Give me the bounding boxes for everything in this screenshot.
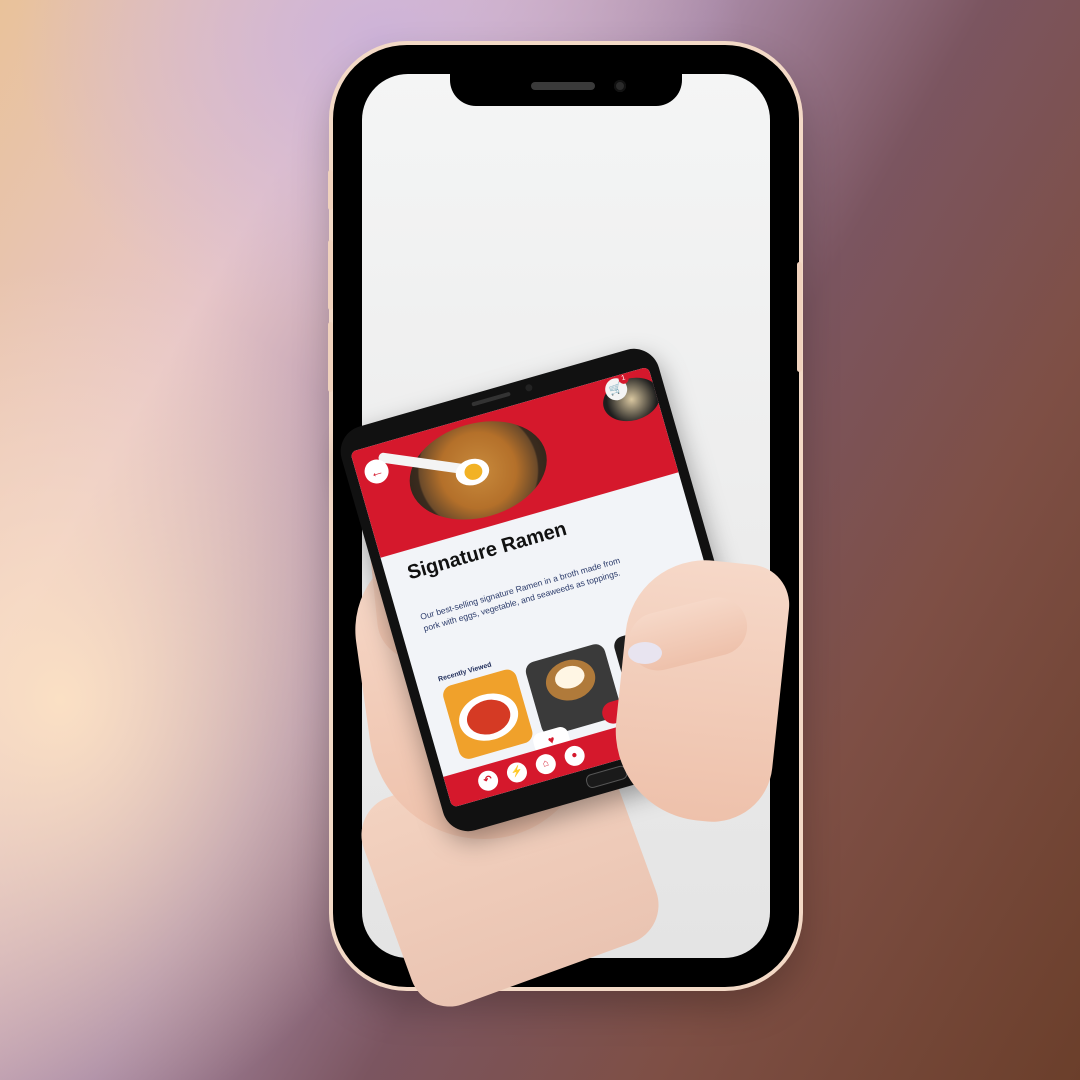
messenger-icon: ⚡: [509, 764, 525, 779]
arrow-left-icon: ←: [367, 461, 386, 482]
device-side-button: [797, 262, 802, 372]
device-side-button: [328, 322, 333, 392]
inner-camera: [524, 383, 534, 393]
device-side-button: [328, 240, 333, 310]
nav-messenger-button[interactable]: ⚡: [504, 760, 530, 785]
nav-profile-button[interactable]: ●: [562, 743, 588, 769]
home-icon: ⌂: [541, 757, 551, 770]
recent-item-thumbnail[interactable]: [440, 667, 535, 762]
back-icon: ↶: [482, 773, 494, 787]
device-side-button: [328, 170, 333, 210]
side-dish-image: [597, 371, 666, 428]
nav-home-button[interactable]: ⌂: [533, 751, 559, 777]
inner-home-key: [584, 764, 629, 790]
profile-icon: ●: [570, 749, 579, 762]
device-speaker: [531, 82, 595, 90]
inner-earpiece: [471, 391, 511, 407]
nav-back-button[interactable]: ↶: [475, 768, 501, 794]
recent-item-thumbnail[interactable]: [523, 641, 624, 738]
fingernail: [628, 642, 662, 664]
device-camera: [614, 80, 626, 92]
